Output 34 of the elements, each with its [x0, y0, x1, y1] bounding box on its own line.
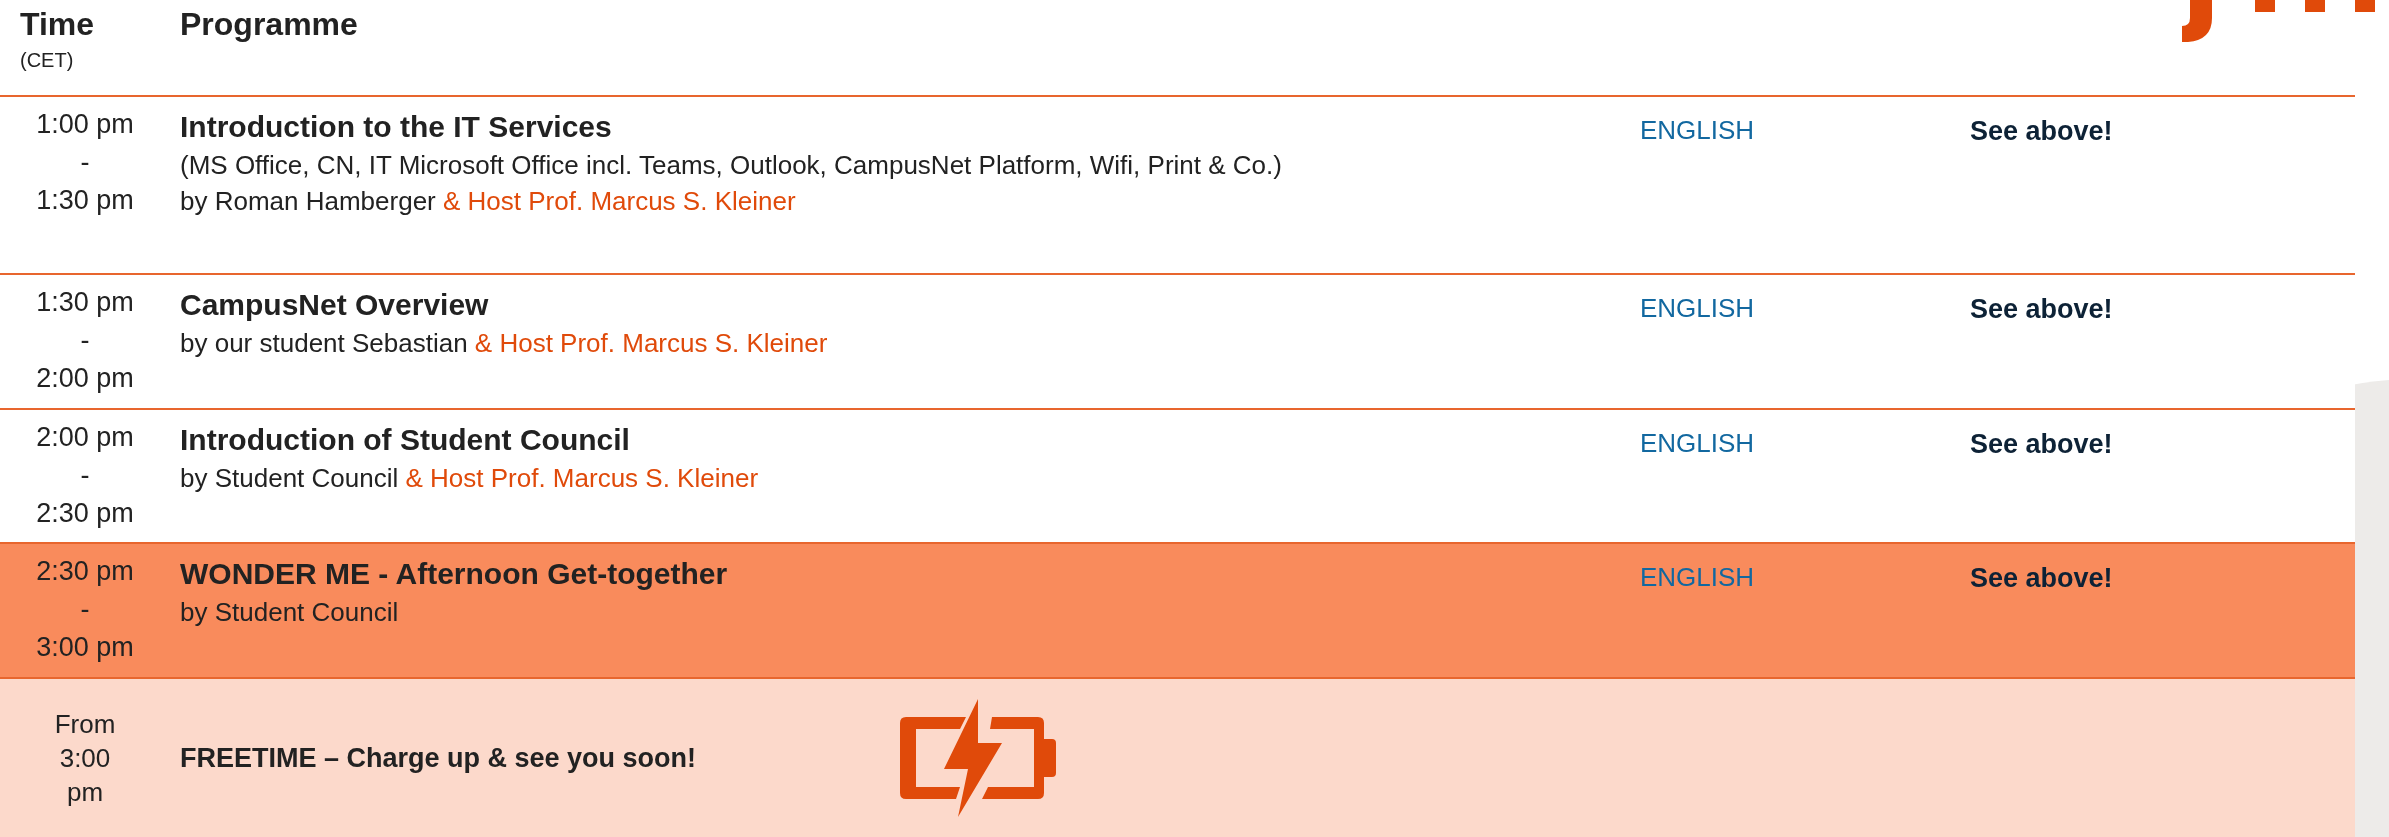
start-time: 1:00 pm — [36, 108, 134, 141]
language-label: ENGLISH — [1640, 428, 1755, 458]
end-time: 2:00 pm — [36, 362, 134, 395]
registration-note: See above! — [1970, 116, 2113, 146]
session-presenters: by Roman Hamberger & Host Prof. Marcus S. Kleiner — [180, 185, 796, 218]
end-time: 2:30 pm — [36, 497, 134, 530]
time-separator: - — [80, 459, 90, 492]
language-label: ENGLISH — [1640, 562, 1755, 592]
time-zone-label: (CET) — [20, 48, 74, 73]
time-separator: - — [80, 324, 90, 357]
registration-note: See above! — [1970, 563, 2113, 593]
start-time: 1:30 pm — [36, 286, 134, 319]
language-label: ENGLISH — [1640, 115, 1755, 145]
start-time: From 3:00 pm — [53, 708, 117, 809]
session-presenters: by Student Council & Host Prof. Marcus S. Kleiner — [180, 462, 759, 495]
time-separator: - — [80, 593, 90, 626]
session-presenters: by Student Council — [180, 596, 399, 629]
end-time: 3:00 pm — [36, 631, 134, 664]
freetime-message: FREETIME – Charge up & see you soon! — [179, 741, 698, 775]
session-presenters: by our student Sebastian & Host Prof. Marcus S. Kleiner — [180, 327, 828, 360]
language-label: ENGLISH — [1640, 293, 1755, 323]
column-header: Programme — [180, 6, 358, 42]
session-title: Introduction of Student Council — [180, 422, 630, 458]
session-details: (MS Office, CN, IT Microsoft Office incl. Teams, Outlook, CampusNet Platform, Wifi, Print & Co.) — [180, 149, 1283, 182]
session-title: WONDER ME - Afternoon Get-together — [180, 556, 728, 592]
time-separator: - — [80, 146, 90, 179]
column-header: Time — [20, 5, 95, 44]
start-time: 2:30 pm — [36, 555, 134, 588]
registration-note: See above! — [1970, 294, 2113, 324]
session-title: Introduction to the IT Services — [180, 109, 612, 145]
registration-note: See above! — [1970, 429, 2113, 459]
end-time: 1:30 pm — [36, 184, 134, 217]
session-title: CampusNet Overview — [180, 287, 489, 323]
start-time: 2:00 pm — [36, 421, 134, 454]
